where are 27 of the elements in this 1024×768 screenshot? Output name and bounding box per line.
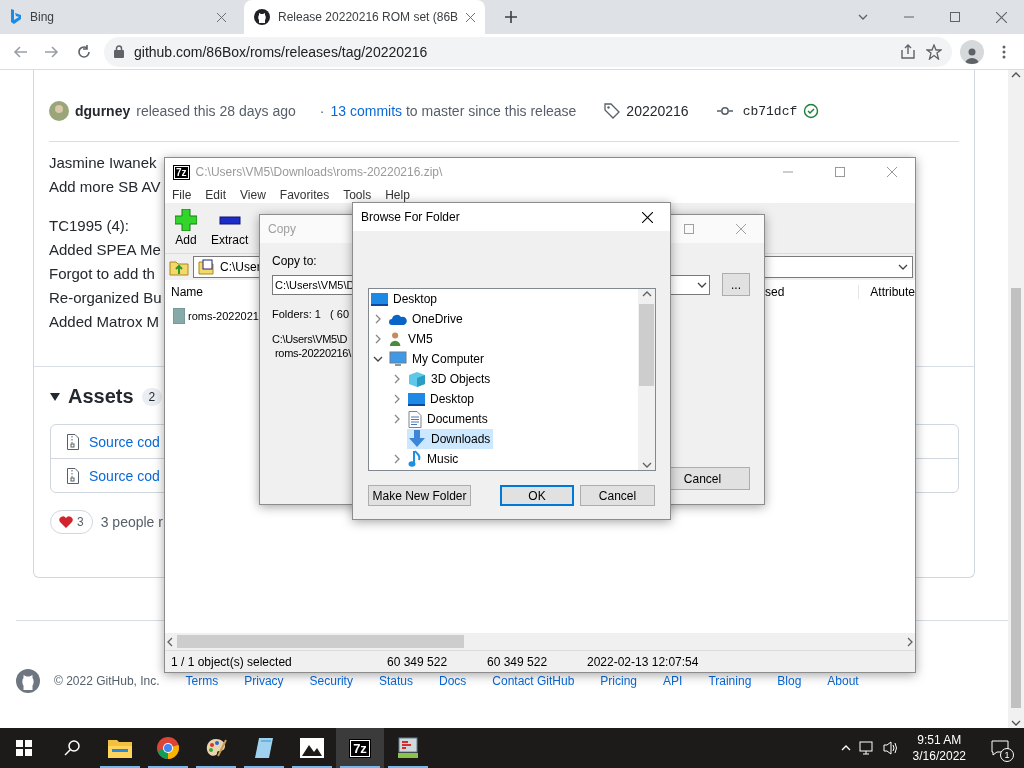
field-label: Copy to: xyxy=(272,254,318,268)
folders-info: Folders: 1 ( 60 xyxy=(272,308,350,320)
notification-count: 1 xyxy=(1000,748,1014,762)
release-note: Added Matrox M xyxy=(49,312,160,332)
separator-dot: · xyxy=(319,103,325,119)
status-text: 60 349 522 xyxy=(386,654,449,669)
assets-heading: Assets xyxy=(68,385,134,408)
destination-path: C:\Users\VM5\D roms-20220216\ xyxy=(272,332,351,360)
release-note: TC1995 (4): xyxy=(49,216,130,236)
release-note: Re-organized Bu xyxy=(49,288,162,308)
window-title: C:\Users\VM5\Downloads\roms-20220216.zip\ xyxy=(195,165,444,179)
dialog-title: Copy xyxy=(268,222,297,236)
release-date: released this 28 days ago xyxy=(136,103,296,119)
commits-text: 13 commits to master since this release xyxy=(330,103,577,119)
status-text: 2022-02-13 12:07:54 xyxy=(586,654,700,669)
copyright-text: © 2022 GitHub, Inc. xyxy=(54,674,160,688)
dialog-title: Browse For Folder xyxy=(361,210,461,224)
release-note: Add more SB AV xyxy=(49,177,161,197)
app-logo: 7z xyxy=(173,164,190,180)
status-text: 1 / 1 object(s) selected xyxy=(170,654,293,669)
reaction-text: 3 people r xyxy=(100,514,163,530)
app-logo: 7z xyxy=(349,738,371,758)
status-text: 60 349 522 xyxy=(486,654,549,669)
release-note: Forgot to add th xyxy=(49,264,155,284)
release-note: Added SPEA Me xyxy=(49,240,161,260)
release-note: Jasmine Iwanek xyxy=(49,153,157,173)
asset-count: 2 xyxy=(141,387,163,406)
